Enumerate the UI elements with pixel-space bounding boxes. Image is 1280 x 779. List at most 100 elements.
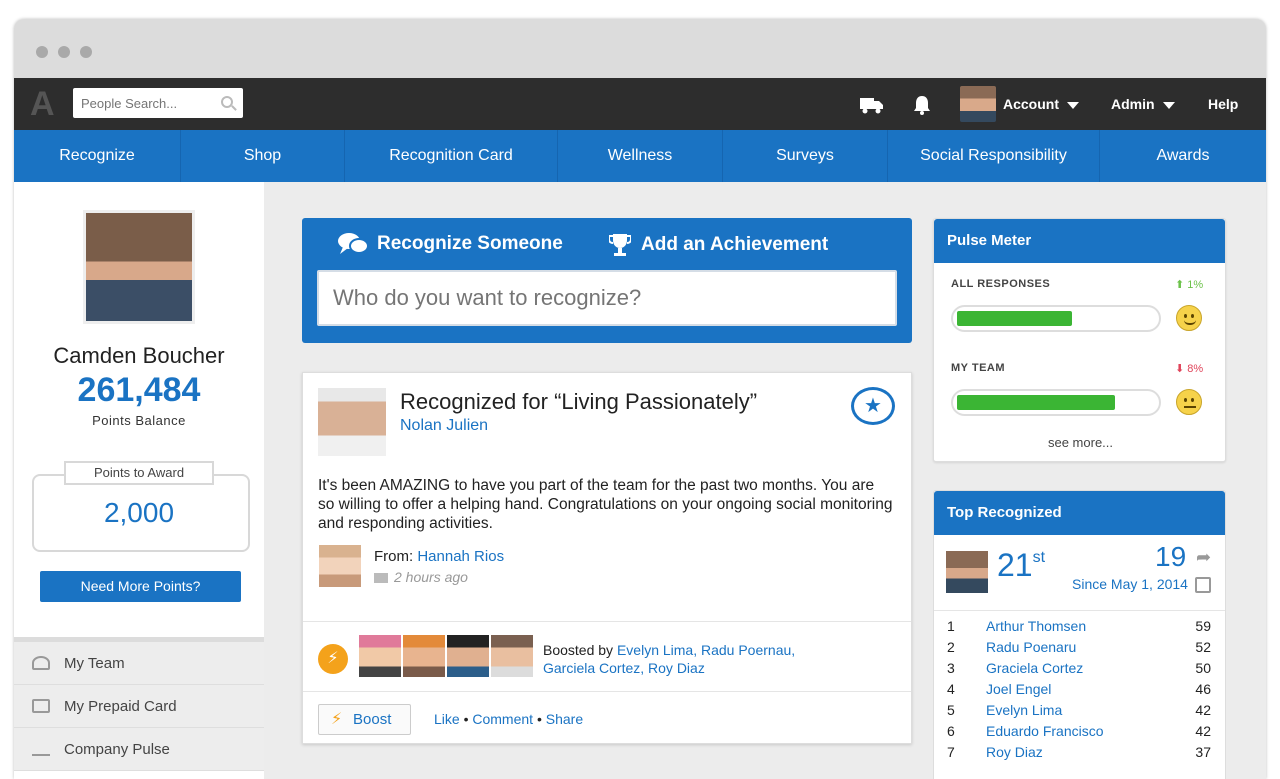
rank-position: 1 [947,618,955,634]
tab-add-achievement[interactable]: Add an Achievement [608,232,829,258]
recipient-avatar[interactable] [318,388,386,456]
boosted-by-text: Boosted by Evelyn Lima, Radu Poernau, Ga… [543,641,843,677]
profile-sidebar: Camden Boucher 261,484 Points Balance Po… [14,182,264,779]
side-menu-item-my-team[interactable]: My Team [14,642,264,685]
envelope-icon [374,573,388,584]
my-rank: 21st [997,547,1045,584]
all-responses-trend-value: 1% [1187,279,1204,291]
pulse-meter-title: Pulse Meter [934,219,1225,263]
tab-recognize-someone[interactable]: Recognize Someone [337,232,563,256]
table-row[interactable]: 3 Graciela Cortez 50 [934,660,1225,681]
top-bar: A Account Admin Help [14,78,1266,130]
profile-photo[interactable] [83,210,195,324]
need-more-points-button[interactable]: Need More Points? [40,571,241,602]
side-menu-item-prepaid-card[interactable]: My Prepaid Card [14,685,264,728]
star-bubble-icon[interactable]: ★ [851,387,895,425]
side-menu-item-company-pulse[interactable]: Company Pulse [14,728,264,771]
help-link[interactable]: Help [1208,78,1238,130]
person-name-link[interactable]: Roy Diaz [986,744,1043,760]
arrow-up-icon: ⬆ [1175,279,1185,291]
sender-avatar[interactable] [319,545,361,587]
recognition-count-cell: 50 [1195,660,1211,676]
top-recognized-panel: Top Recognized 21st 19 ➦ Since May 1, 20… [933,490,1226,779]
side-menu-label: My Team [64,655,125,672]
person-name-link[interactable]: Arthur Thomsen [986,618,1086,634]
sender-name-link[interactable]: Hannah Rios [417,548,504,565]
window-maximize-dot[interactable] [80,46,92,58]
booster-avatar[interactable] [403,635,445,677]
my-team-trend: ⬇ 8% [1175,362,1203,375]
top-recognized-title: Top Recognized [934,491,1225,535]
chevron-down-icon [1067,101,1079,109]
calendar-icon[interactable] [1195,577,1211,593]
admin-label: Admin [1111,96,1155,112]
share-arrow-icon[interactable]: ➦ [1196,547,1211,568]
account-menu[interactable]: Account [1003,78,1079,130]
person-name-link[interactable]: Graciela Cortez [986,660,1083,676]
comment-link[interactable]: Comment [472,711,533,727]
pulse-meter-panel: Pulse Meter ALL RESPONSES ⬆ 1% MY TEAM ⬇… [933,218,1226,462]
people-search-input[interactable] [73,88,213,118]
tab-wellness[interactable]: Wellness [558,130,723,182]
all-responses-bar-fill [957,311,1072,326]
arrow-down-icon: ⬇ [1175,363,1185,375]
table-row[interactable]: 2 Radu Poenaru 52 [934,639,1225,660]
my-team-bar-fill [957,395,1115,410]
truck-icon[interactable] [860,78,884,130]
tab-recognize[interactable]: Recognize [14,130,181,182]
like-link[interactable]: Like [434,711,460,727]
table-row[interactable]: 6 Eduardo Francisco 42 [934,723,1225,744]
tab-awards[interactable]: Awards [1100,130,1266,182]
post-title: Recognized for “Living Passionately” [400,389,758,414]
tab-shop[interactable]: Shop [181,130,345,182]
lightning-icon: ⚡ [331,711,343,728]
table-row[interactable]: 5 Evelyn Lima 42 [934,702,1225,723]
my-team-trend-value: 8% [1187,363,1204,375]
from-label: From: [374,548,414,565]
points-balance-label: Points Balance [92,413,186,428]
recognition-count-cell: 37 [1195,744,1211,760]
booster-avatar[interactable] [447,635,489,677]
search-icon[interactable] [221,96,233,108]
post-time: 2 hours ago [394,569,468,585]
window-close-dot[interactable] [36,46,48,58]
recognize-field[interactable] [317,270,897,326]
add-achievement-label: Add an Achievement [641,234,829,256]
rank-position: 3 [947,660,955,676]
see-more-link[interactable]: see more... [934,435,1227,450]
person-name-link[interactable]: Radu Poenaru [986,639,1076,655]
person-name-link[interactable]: Eduardo Francisco [986,723,1104,739]
happy-face-icon [1176,305,1202,331]
tab-social-responsibility[interactable]: Social Responsibility [888,130,1100,182]
tab-surveys[interactable]: Surveys [723,130,888,182]
recognition-count-cell: 46 [1195,681,1211,697]
pulse-icon [32,742,50,756]
boosted-by-prefix: Boosted by [543,642,614,658]
my-avatar[interactable] [946,551,988,593]
window-minimize-dot[interactable] [58,46,70,58]
chevron-down-icon [1162,101,1175,109]
browser-window: A Account Admin Help Recognize Shop Reco… [14,19,1266,779]
recognize-input[interactable] [319,272,895,324]
person-name-link[interactable]: Evelyn Lima [986,702,1062,718]
tab-recognition-card[interactable]: Recognition Card [345,130,558,182]
account-avatar[interactable] [960,86,996,122]
table-row[interactable]: 7 Roy Diaz 37 [934,744,1225,765]
separator: • [536,711,542,727]
boost-button[interactable]: ⚡ Boost [318,704,411,735]
people-search[interactable] [73,88,243,118]
booster-avatar[interactable] [359,635,401,677]
points-balance: 261,484 [77,371,201,409]
brand-logo[interactable]: A [30,87,58,121]
share-link[interactable]: Share [546,711,583,727]
table-row[interactable]: 1 Arthur Thomsen 59 [934,618,1225,639]
rank-position: 5 [947,702,955,718]
person-name-link[interactable]: Joel Engel [986,681,1051,697]
side-menu: My Team My Prepaid Card Company Pulse [14,637,264,771]
admin-menu[interactable]: Admin [1111,78,1175,130]
bell-icon[interactable] [913,78,931,130]
separator: • [463,711,469,727]
booster-avatar[interactable] [491,635,533,677]
table-row[interactable]: 4 Joel Engel 46 [934,681,1225,702]
recipient-name-link[interactable]: Nolan Julien [400,417,488,435]
